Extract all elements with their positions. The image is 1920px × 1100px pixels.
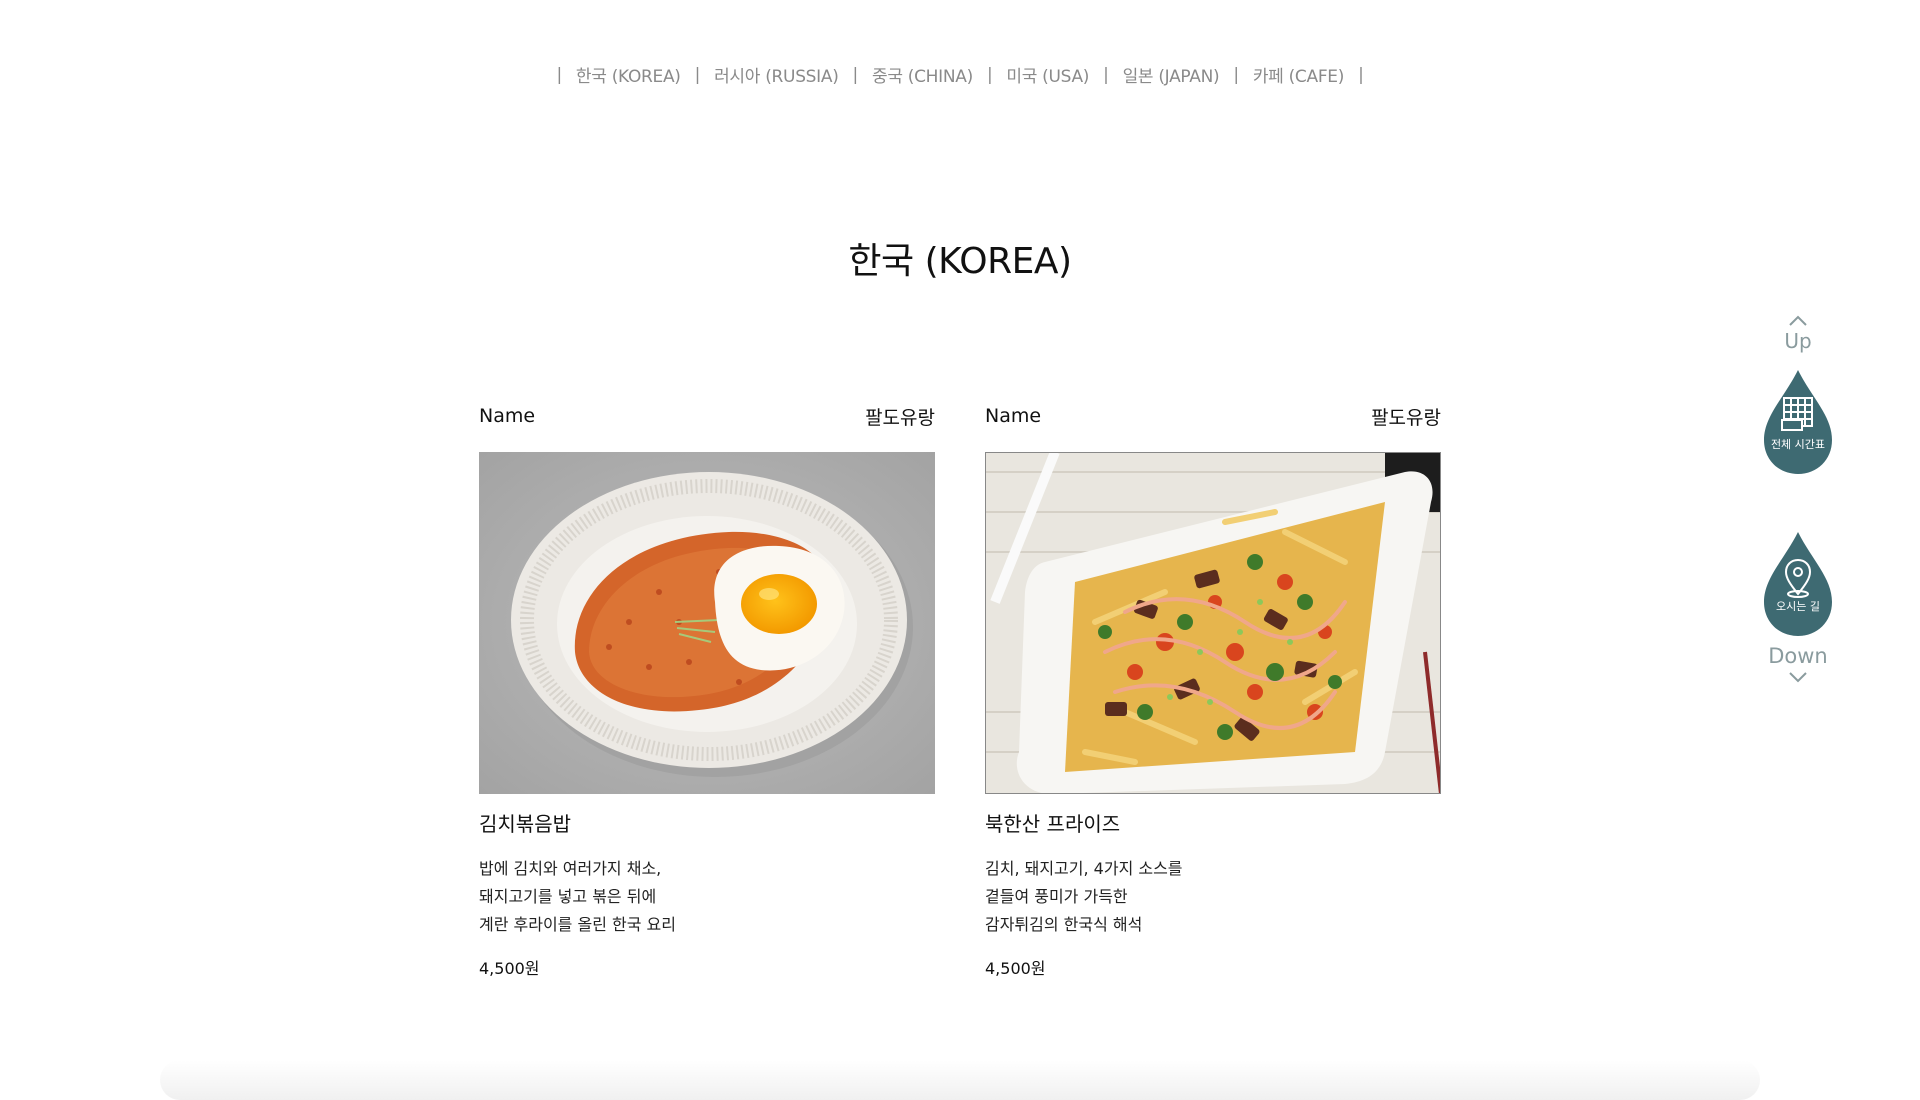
scroll-down-label: Down	[1768, 644, 1828, 668]
directions-label: 오시는 길	[1776, 600, 1820, 613]
card-description: 김치, 돼지고기, 4가지 소스를 곁들여 풍미가 가득한 감자튀김의 한국식 …	[985, 855, 1441, 939]
card-description-line: 계란 후라이를 올린 한국 요리	[479, 915, 676, 934]
timetable-button[interactable]: 전체 시간표	[1762, 368, 1834, 478]
nav-separator: |	[1358, 64, 1364, 85]
card-header-brand: 팔도유랑	[865, 406, 935, 429]
timetable-label: 전체 시간표	[1770, 438, 1826, 451]
nav-separator: |	[556, 64, 562, 85]
scroll-up-label: Up	[1784, 329, 1812, 353]
nav-link-japan[interactable]: 일본 (JAPAN)	[1123, 62, 1220, 87]
card-description-line: 돼지고기를 넣고 볶은 뒤에	[479, 887, 657, 906]
card-price: 4,500원	[985, 959, 1046, 978]
card-title: 김치볶음밥	[479, 812, 571, 836]
nav-separator: |	[1233, 64, 1239, 85]
menu-card: Name 팔도유랑	[985, 404, 1441, 979]
nav-separator: |	[694, 64, 701, 85]
section-title: 한국 (KOREA)	[848, 241, 1072, 282]
card-header: Name 팔도유랑	[479, 404, 935, 429]
nav-separator: |	[986, 64, 993, 85]
bottom-panel-edge	[160, 1060, 1760, 1100]
card-header-name: Name	[479, 405, 536, 427]
drop-shape-icon	[1764, 532, 1832, 636]
card-description-line: 김치, 돼지고기, 4가지 소스를	[985, 859, 1183, 878]
nav-separator: |	[852, 64, 859, 85]
card-description-line: 곁들여 풍미가 가득한	[985, 887, 1128, 906]
nav-link-china[interactable]: 중국 (CHINA)	[872, 62, 973, 87]
chevron-down-icon	[1789, 672, 1807, 683]
nav-link-usa[interactable]: 미국 (USA)	[1006, 62, 1089, 87]
bukhansan-fries-photo[interactable]	[985, 452, 1441, 794]
top-nav: | 한국 (KOREA) | 러시아 (RUSSIA) | 중국 (CHINA)…	[0, 62, 1920, 88]
card-header: Name 팔도유랑	[985, 404, 1441, 429]
card-header-name: Name	[985, 405, 1042, 427]
nav-separator: |	[1103, 64, 1109, 85]
scroll-down-button[interactable]: Down	[1760, 644, 1836, 687]
card-description: 밥에 김치와 여러가지 채소, 돼지고기를 넣고 볶은 뒤에 계란 후라이를 올…	[479, 855, 935, 939]
card-description-line: 밥에 김치와 여러가지 채소,	[479, 859, 662, 878]
scroll-up-button[interactable]: Up	[1760, 312, 1836, 353]
nav-link-cafe[interactable]: 카페 (CAFE)	[1253, 62, 1345, 87]
card-title: 북한산 프라이즈	[985, 812, 1121, 836]
kimchi-fried-rice-photo[interactable]	[479, 452, 935, 794]
menu-card: Name 팔도유랑	[479, 404, 935, 979]
nav-link-korea[interactable]: 한국 (KOREA)	[576, 62, 681, 87]
chevron-up-icon	[1789, 315, 1807, 326]
card-header-brand: 팔도유랑	[1371, 406, 1441, 429]
nav-link-russia[interactable]: 러시아 (RUSSIA)	[714, 62, 839, 87]
card-price: 4,500원	[479, 959, 540, 978]
card-description-line: 감자튀김의 한국식 해석	[985, 915, 1143, 934]
drop-shape-icon	[1764, 370, 1832, 474]
directions-button[interactable]: 오시는 길	[1762, 530, 1834, 640]
